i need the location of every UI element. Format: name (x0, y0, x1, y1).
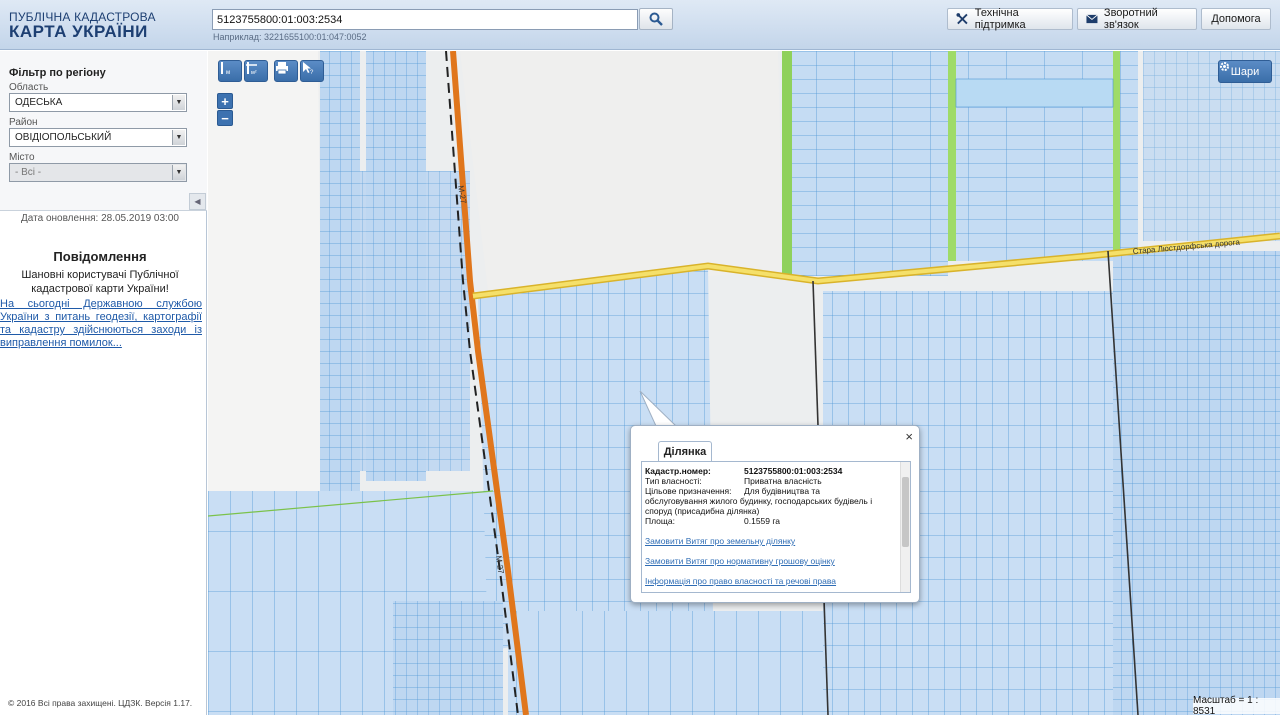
green-strip-2 (948, 51, 956, 261)
purpose-value-line3: споруд (присадибна ділянка) (645, 506, 760, 516)
popup-scrollbar[interactable] (900, 462, 910, 592)
area-value: 0.1559 га (744, 516, 781, 526)
search-button[interactable] (639, 8, 673, 30)
pointer-question-icon: ? (303, 62, 314, 75)
printer-icon (276, 62, 288, 75)
support-button[interactable]: Технічна підтримка (947, 7, 1073, 31)
svg-text:м: м (226, 70, 230, 75)
notice-title: Повідомлення (53, 249, 147, 264)
help-button[interactable]: Допомога (1201, 8, 1271, 30)
notice-subtitle: Шановні користувачі Публічної кадастрово… (21, 269, 179, 295)
cadastral-search-input[interactable] (212, 9, 638, 30)
order-extract-link[interactable]: Замовити Витяг про земельну ділянку (645, 536, 795, 546)
zoom-out-button[interactable]: − (217, 110, 233, 126)
district-label: Район (9, 117, 38, 128)
city-select[interactable]: - Всі - ▼ (9, 163, 187, 182)
feedback-label: Зворотний зв'язок (1103, 7, 1158, 31)
layers-button[interactable]: Шари (1218, 60, 1272, 83)
svg-text:?: ? (310, 70, 314, 75)
logo-line-2[interactable]: КАРТА УКРАЇНИ (9, 22, 148, 42)
ruler-icon: м (221, 62, 230, 75)
sidebar: Фільтр по регіону Область ОДЕСЬКА ▼ Райо… (0, 51, 207, 715)
area-label: Площа: (645, 516, 675, 526)
dropdown-arrow-icon[interactable]: ▼ (172, 95, 185, 110)
field-highlight-strip (955, 78, 1114, 108)
map-canvas[interactable]: М-27 М-27 Стара Люстдорфська дорога м м²… (208, 51, 1280, 715)
filter-title: Фільтр по регіону (9, 67, 106, 79)
minus-icon: − (221, 110, 229, 126)
scale-indicator: Масштаб = 1 : 8531 (1193, 695, 1280, 715)
parcel-block-west-3[interactable] (320, 171, 470, 471)
ownership-label: Тип власності: (645, 476, 702, 486)
chevron-left-icon: ◀ (194, 197, 201, 206)
cadastral-map[interactable]: М-27 М-27 Стара Люстдорфська дорога (208, 51, 1280, 715)
district-select[interactable]: ОВІДІОПОЛЬСЬКИЙ ▼ (9, 128, 187, 147)
feedback-button[interactable]: Зворотний зв'язок (1077, 7, 1197, 31)
scrollbar-thumb[interactable] (902, 477, 909, 547)
cadastr-number-label: Кадастр.номер: (645, 466, 711, 476)
parcel-block-east-2[interactable] (1113, 251, 1280, 715)
purpose-value-line1: Для будівництва та (744, 486, 820, 496)
ownership-info-link[interactable]: Інформація про право власності та речові… (645, 576, 836, 586)
plus-icon: + (221, 93, 229, 109)
parcel-block-northeast-1[interactable] (783, 51, 948, 276)
envelope-icon (1086, 14, 1098, 24)
copyright: © 2016 Всі права захищені. ЦДЗК. Версія … (8, 698, 193, 708)
measure-area-button[interactable]: м² (244, 60, 268, 82)
notice-link[interactable]: На сьогодні Державною службою України з … (0, 298, 202, 350)
collapse-sidebar-button[interactable]: ◀ (189, 193, 206, 210)
region-filter-panel: Фільтр по регіону Область ОДЕСЬКА ▼ Райо… (0, 51, 207, 211)
update-date: Дата оновлення: 28.05.2019 03:00 (21, 213, 179, 224)
parcel-block-south-center[interactable] (508, 611, 838, 715)
tab-parcel[interactable]: Ділянка (658, 441, 712, 461)
parcel-block-south-small[interactable] (393, 601, 503, 715)
city-select-value: - Всі - (15, 167, 42, 178)
green-strip-3 (1113, 51, 1120, 251)
area-icon: м² (246, 62, 257, 75)
region-select-value: ОДЕСЬКА (15, 97, 63, 108)
purpose-label: Цільове призначення: (645, 486, 732, 496)
measure-length-button[interactable]: м (218, 60, 242, 82)
zoom-in-button[interactable]: + (217, 93, 233, 109)
identify-button[interactable]: ? (300, 60, 324, 82)
green-strip-1 (782, 51, 792, 276)
support-label: Технічна підтримка (974, 7, 1026, 31)
purpose-value-line2: обслуговування жилого будинку, господарс… (645, 496, 873, 506)
cadastr-number-value: 5123755800:01:003:2534 (744, 466, 843, 476)
layers-label: Шари (1230, 65, 1260, 78)
dropdown-arrow-icon[interactable]: ▼ (172, 130, 185, 145)
region-label: Область (9, 82, 49, 93)
empty-area-north (460, 51, 783, 291)
tools-icon (956, 13, 968, 25)
search-hint: Наприклад: 3221655100:01:047:0052 (213, 32, 367, 42)
district-select-value: ОВІДІОПОЛЬСЬКИЙ (15, 132, 112, 143)
order-valuation-link[interactable]: Замовити Витяг про нормативну грошову оц… (645, 556, 835, 566)
search-icon (649, 12, 663, 26)
region-select[interactable]: ОДЕСЬКА ▼ (9, 93, 187, 112)
gear-icon (1220, 62, 1229, 71)
ownership-value: Приватна власність (744, 476, 822, 486)
city-label: Місто (9, 152, 35, 163)
header-bar: ПУБЛІЧНА КАДАСТРОВА КАРТА УКРАЇНИ Наприк… (0, 0, 1280, 50)
parcel-info-body: Кадастр.номер: 5123755800:01:003:2534 Ти… (641, 461, 911, 593)
dropdown-arrow-icon[interactable]: ▼ (172, 165, 185, 180)
print-button[interactable] (274, 60, 298, 82)
svg-text:м²: м² (251, 70, 257, 75)
help-label: Допомога (1211, 13, 1261, 25)
parcel-info-popup: × Ділянка Кадастр.номер: 5123755800:01:0… (630, 425, 920, 603)
close-icon[interactable]: × (905, 429, 913, 444)
